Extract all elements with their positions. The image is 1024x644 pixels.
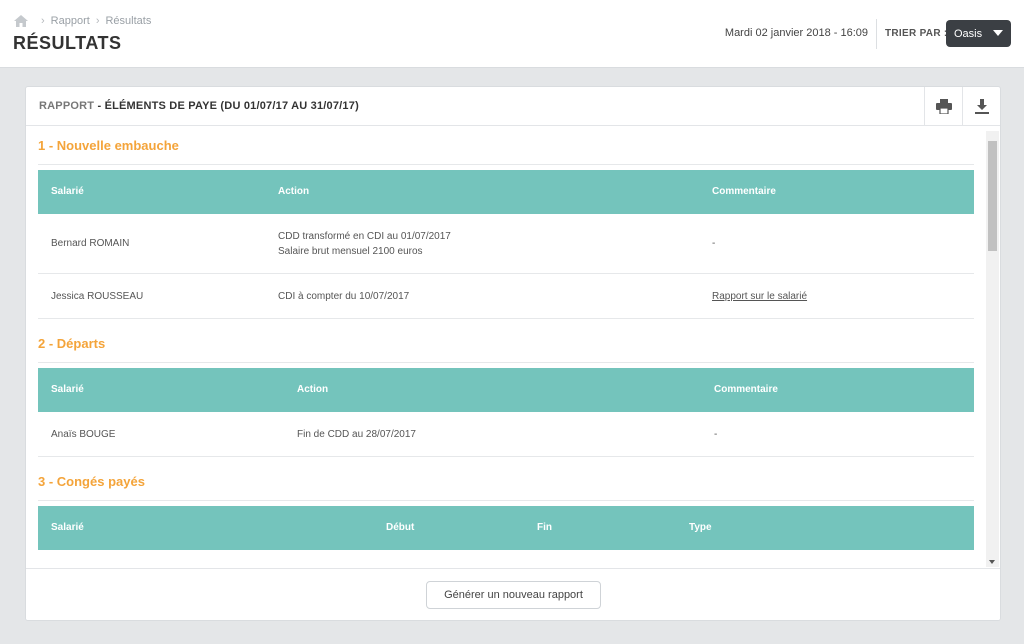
column-header-fin: Fin <box>537 522 552 533</box>
sort-label: TRIER PAR : <box>885 28 948 39</box>
divider <box>38 362 974 363</box>
section-title: 3 - Congés payés <box>38 474 145 489</box>
column-header-action: Action <box>297 384 329 395</box>
scrollbar-thumb[interactable] <box>988 141 997 251</box>
report-title: RAPPORT - ÉLÉMENTS DE PAYE (DU 01/07/17 … <box>39 100 359 112</box>
report-title-prefix: RAPPORT <box>39 100 95 112</box>
cell-commentaire: - <box>714 429 718 440</box>
report-content[interactable]: 1 - Nouvelle embauche Salarié Action Com… <box>26 127 1000 567</box>
cell-action: CDD transformé en CDI au 01/07/2017 <box>278 231 451 242</box>
table-row: Anaïs BOUGE Fin de CDD au 28/07/2017 - <box>38 412 974 457</box>
divider <box>38 164 974 165</box>
column-header-debut: Début <box>386 522 415 533</box>
report-header: RAPPORT - ÉLÉMENTS DE PAYE (DU 01/07/17 … <box>26 87 1000 126</box>
section-title: 2 - Départs <box>38 336 106 351</box>
table-row: Jessica ROUSSEAU CDI à compter du 10/07/… <box>38 274 974 319</box>
current-datetime: Mardi 02 janvier 2018 - 16:09 <box>724 27 868 39</box>
report-footer: Générer un nouveau rapport <box>26 568 1000 620</box>
column-header-salarie: Salarié <box>51 186 84 197</box>
sort-select-value: Oasis <box>954 27 983 40</box>
generate-report-button[interactable]: Générer un nouveau rapport <box>426 581 601 609</box>
cell-commentaire: - <box>712 238 716 249</box>
column-header-action: Action <box>278 186 310 197</box>
breadcrumb-item-resultats: Résultats <box>105 15 152 27</box>
sort-select[interactable]: Oasis <box>946 20 1011 47</box>
cell-salarie: Bernard ROMAIN <box>51 238 130 249</box>
breadcrumb-item-rapport[interactable]: Rapport <box>51 15 90 27</box>
cell-action: CDI à compter du 10/07/2017 <box>278 291 410 302</box>
caret-down-icon <box>993 30 1003 36</box>
column-header-salarie: Salarié <box>51 384 84 395</box>
cell-salarie: Jessica ROUSSEAU <box>51 291 144 302</box>
section-title: 1 - Nouvelle embauche <box>38 138 179 153</box>
table-header: Salarié Action Commentaire <box>38 170 974 214</box>
scrollbar[interactable] <box>986 131 999 567</box>
column-header-commentaire: Commentaire <box>714 384 778 395</box>
download-icon <box>974 98 989 114</box>
report-title-text: - ÉLÉMENTS DE PAYE (DU 01/07/17 AU 31/07… <box>94 100 359 112</box>
top-bar: › Rapport › Résultats RÉSULTATS Mardi 02… <box>0 0 1024 68</box>
chevron-right-icon: › <box>41 15 45 27</box>
divider <box>876 19 877 49</box>
download-button[interactable] <box>962 87 1000 126</box>
scroll-down-arrow-icon[interactable] <box>989 560 995 564</box>
table-header: Salarié Début Fin Type <box>38 506 974 550</box>
chevron-right-icon: › <box>95 15 100 27</box>
page-title: RÉSULTATS <box>13 33 122 53</box>
table-row: Bernard ROMAIN CDD transformé en CDI au … <box>38 214 974 274</box>
home-icon[interactable] <box>13 14 29 28</box>
column-header-commentaire: Commentaire <box>712 186 776 197</box>
print-button[interactable] <box>924 87 962 126</box>
divider <box>38 500 974 501</box>
cell-action: Fin de CDD au 28/07/2017 <box>297 429 416 440</box>
printer-icon <box>935 99 952 114</box>
column-header-salarie: Salarié <box>51 522 84 533</box>
report-card: RAPPORT - ÉLÉMENTS DE PAYE (DU 01/07/17 … <box>25 86 1001 621</box>
table-header: Salarié Action Commentaire <box>38 368 974 412</box>
column-header-type: Type <box>689 522 712 533</box>
breadcrumb: › Rapport › Résultats <box>13 13 151 29</box>
cell-action-detail: Salaire brut mensuel 2100 euros <box>278 246 423 257</box>
employee-report-link[interactable]: Rapport sur le salarié <box>712 291 807 302</box>
cell-salarie: Anaïs BOUGE <box>51 429 116 440</box>
